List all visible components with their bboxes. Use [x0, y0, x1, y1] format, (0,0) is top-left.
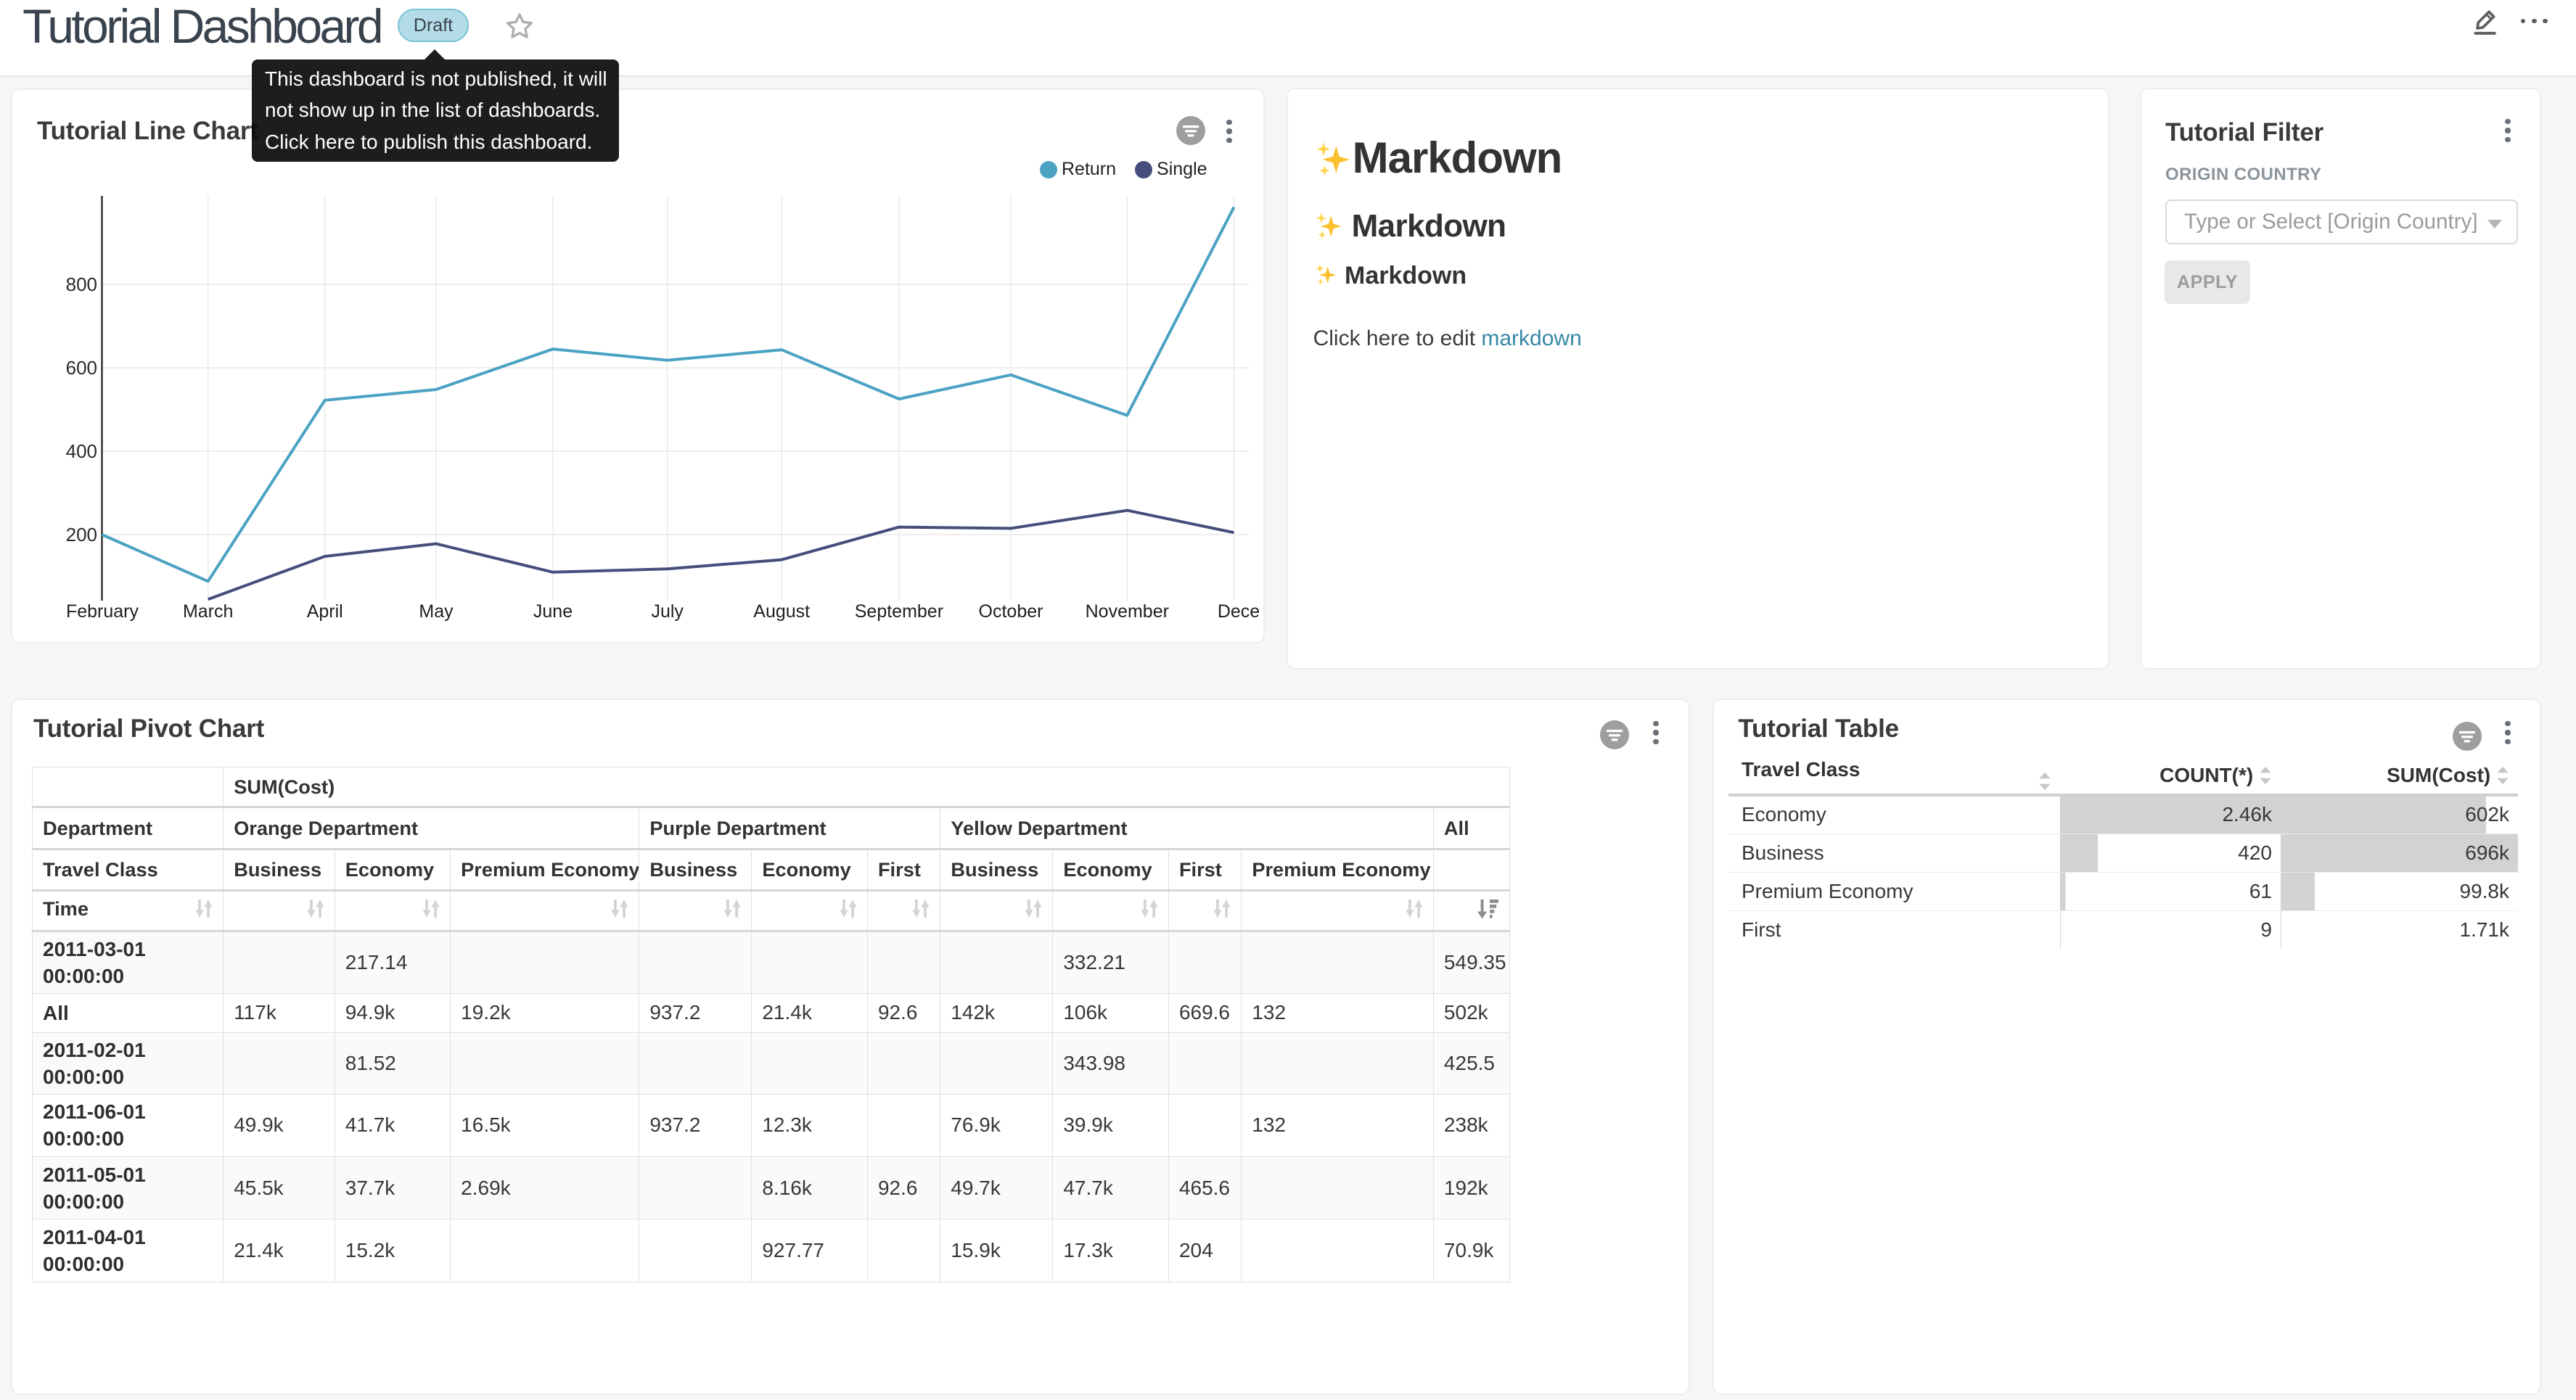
svg-text:Dece: Dece [1218, 601, 1260, 622]
svg-text:200: 200 [66, 524, 97, 545]
svg-text:June: June [533, 601, 573, 622]
svg-text:August: August [753, 601, 810, 622]
svg-text:February: February [66, 601, 139, 622]
svg-text:November: November [1086, 601, 1169, 622]
svg-text:May: May [419, 601, 454, 622]
svg-text:March: March [183, 601, 233, 622]
svg-text:September: September [855, 601, 943, 622]
svg-text:October: October [979, 601, 1043, 622]
svg-text:April: April [307, 601, 343, 622]
svg-text:400: 400 [66, 440, 97, 462]
svg-text:600: 600 [66, 357, 97, 379]
svg-text:800: 800 [66, 273, 97, 295]
svg-text:July: July [651, 601, 684, 622]
